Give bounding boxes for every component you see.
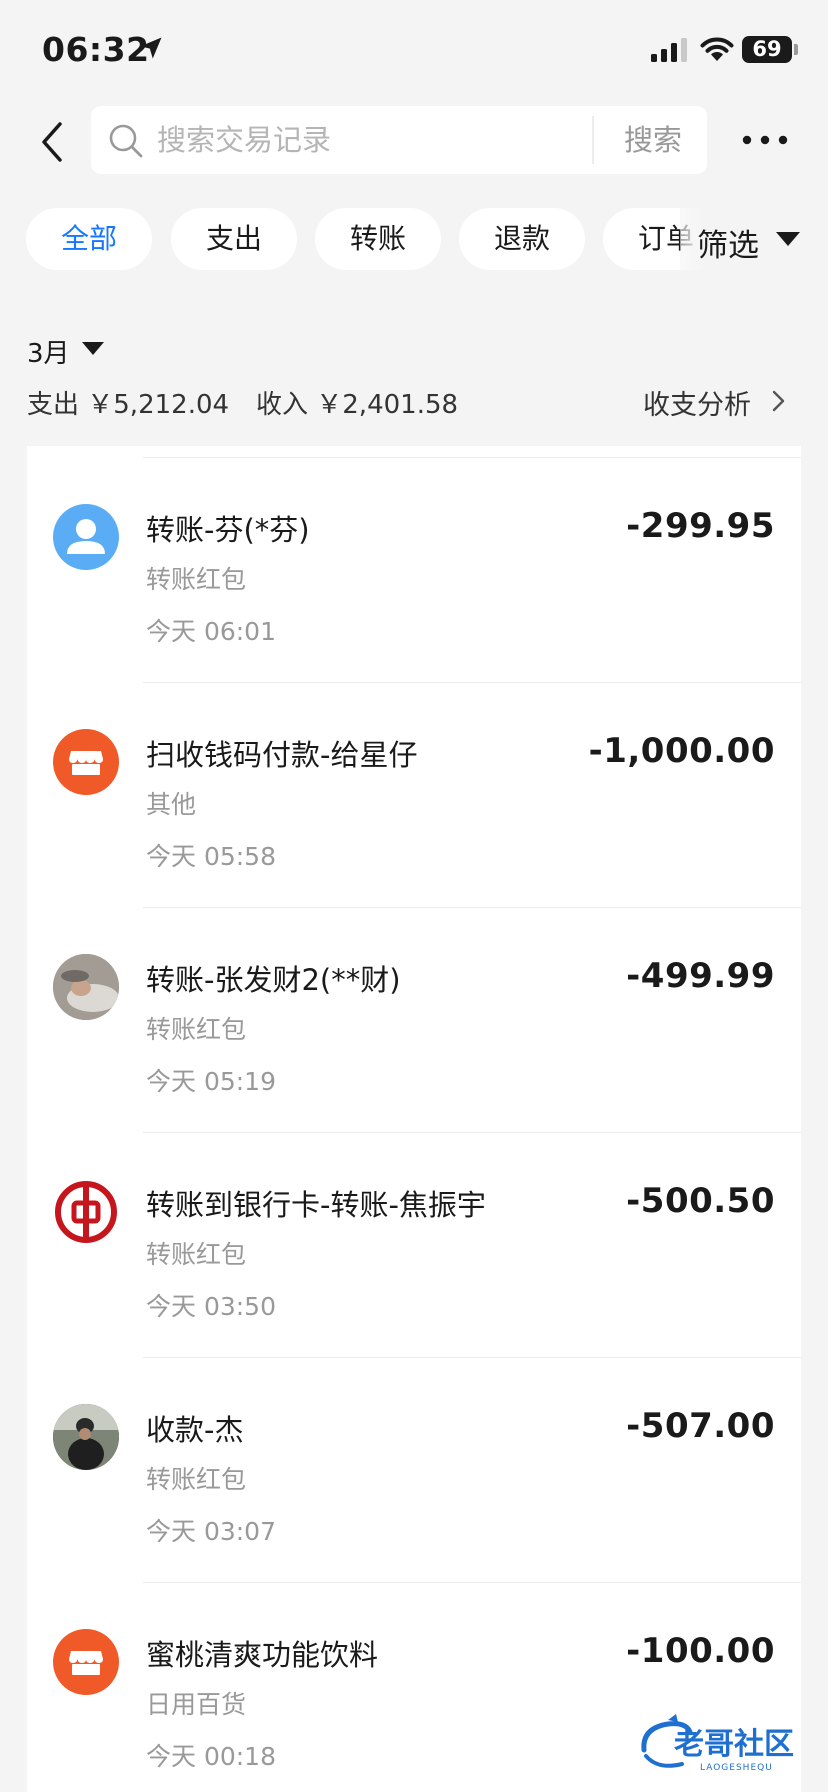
transaction-time: 今天 06:01 bbox=[146, 617, 276, 646]
status-bar: 06:32 69 bbox=[0, 0, 828, 100]
transaction-amount: -100.00 bbox=[626, 1631, 775, 1671]
watermark-text: 老哥社区 bbox=[674, 1727, 794, 1762]
tab-transfer[interactable]: 转账 bbox=[315, 208, 441, 270]
transaction-amount: -299.95 bbox=[626, 506, 775, 546]
month-selector[interactable]: 3月 bbox=[27, 333, 70, 370]
person-avatar-icon bbox=[53, 504, 119, 570]
user-photo-avatar bbox=[53, 954, 119, 1020]
transaction-category: 转账红包 bbox=[146, 1465, 247, 1494]
tab-all[interactable]: 全部 bbox=[26, 208, 152, 270]
transaction-title: 蜜桃清爽功能饮料 bbox=[146, 1638, 379, 1672]
transaction-row[interactable]: 转账-芬(*芬) 转账红包 今天 06:01 -299.95 bbox=[27, 458, 801, 683]
transaction-category: 日用百货 bbox=[146, 1690, 247, 1719]
transaction-amount: -507.00 bbox=[626, 1406, 775, 1446]
search-icon bbox=[109, 124, 143, 158]
more-options-icon[interactable] bbox=[740, 126, 790, 154]
transaction-row[interactable]: 转账到银行卡-转账-焦振宇 转账红包 今天 03:50 -500.50 bbox=[27, 1133, 801, 1358]
expense-total: 支出 ￥5,212.04 bbox=[27, 390, 230, 420]
search-divider bbox=[592, 116, 594, 164]
income-total: 收入 ￥2,401.58 bbox=[256, 390, 459, 420]
battery-cap bbox=[794, 44, 798, 55]
location-arrow-icon bbox=[140, 37, 162, 59]
caret-down-icon bbox=[82, 342, 104, 355]
transaction-row[interactable]: 扫收钱码付款-给星仔 其他 今天 05:58 -1,000.00 bbox=[27, 683, 801, 908]
search-box[interactable]: 搜索 bbox=[91, 106, 707, 174]
caret-down-icon bbox=[776, 232, 800, 246]
category-tabs: 全部 支出 转账 退款 订单 筛选 bbox=[0, 208, 828, 272]
watermark-subtext: LAOGESHEQU bbox=[700, 1763, 773, 1773]
back-button[interactable] bbox=[34, 116, 74, 168]
cellular-signal-icon bbox=[651, 38, 687, 62]
chevron-right-icon bbox=[772, 390, 785, 412]
store-icon bbox=[53, 729, 119, 795]
battery-indicator: 69 bbox=[742, 36, 792, 63]
transaction-time: 今天 05:58 bbox=[146, 842, 276, 871]
transaction-title: 扫收钱码付款-给星仔 bbox=[146, 738, 418, 772]
user-photo-avatar bbox=[53, 1404, 119, 1470]
transaction-title: 转账到银行卡-转账-焦振宇 bbox=[146, 1188, 486, 1222]
transaction-category: 转账红包 bbox=[146, 1240, 247, 1269]
transaction-category: 其他 bbox=[146, 790, 197, 819]
transaction-time: 今天 00:18 bbox=[146, 1742, 276, 1771]
tab-expense[interactable]: 支出 bbox=[171, 208, 297, 270]
transaction-category: 转账红包 bbox=[146, 565, 247, 594]
analysis-link[interactable]: 收支分析 bbox=[643, 383, 751, 422]
transaction-category: 转账红包 bbox=[146, 1015, 247, 1044]
store-icon bbox=[53, 1629, 119, 1695]
status-time: 06:32 bbox=[42, 30, 150, 69]
transaction-amount: -500.50 bbox=[626, 1181, 775, 1221]
transaction-amount: -499.99 bbox=[626, 956, 775, 996]
search-button[interactable]: 搜索 bbox=[603, 106, 703, 174]
transaction-row[interactable]: 收款-杰 转账红包 今天 03:07 -507.00 bbox=[27, 1358, 801, 1583]
bank-of-china-logo bbox=[53, 1179, 119, 1245]
search-input[interactable] bbox=[157, 106, 577, 174]
transaction-list: 转账-芬(*芬) 转账红包 今天 06:01 -299.95 扫收钱码付款-给星… bbox=[27, 446, 801, 1792]
transaction-amount: -1,000.00 bbox=[588, 731, 775, 771]
tab-refund[interactable]: 退款 bbox=[459, 208, 585, 270]
wifi-icon bbox=[700, 37, 734, 61]
transaction-time: 今天 03:07 bbox=[146, 1517, 276, 1546]
filter-label: 筛选 bbox=[697, 228, 759, 264]
transaction-time: 今天 05:19 bbox=[146, 1067, 276, 1096]
transaction-title: 转账-张发财2(**财) bbox=[146, 963, 401, 997]
filter-button[interactable]: 筛选 bbox=[680, 208, 828, 272]
transaction-time: 今天 03:50 bbox=[146, 1292, 276, 1321]
transaction-row[interactable]: 转账-张发财2(**财) 转账红包 今天 05:19 -499.99 bbox=[27, 908, 801, 1133]
watermark-logo: 老哥社区 LAOGESHEQU bbox=[641, 1714, 794, 1773]
transaction-title: 收款-杰 bbox=[146, 1413, 244, 1447]
transaction-title: 转账-芬(*芬) bbox=[146, 513, 310, 547]
